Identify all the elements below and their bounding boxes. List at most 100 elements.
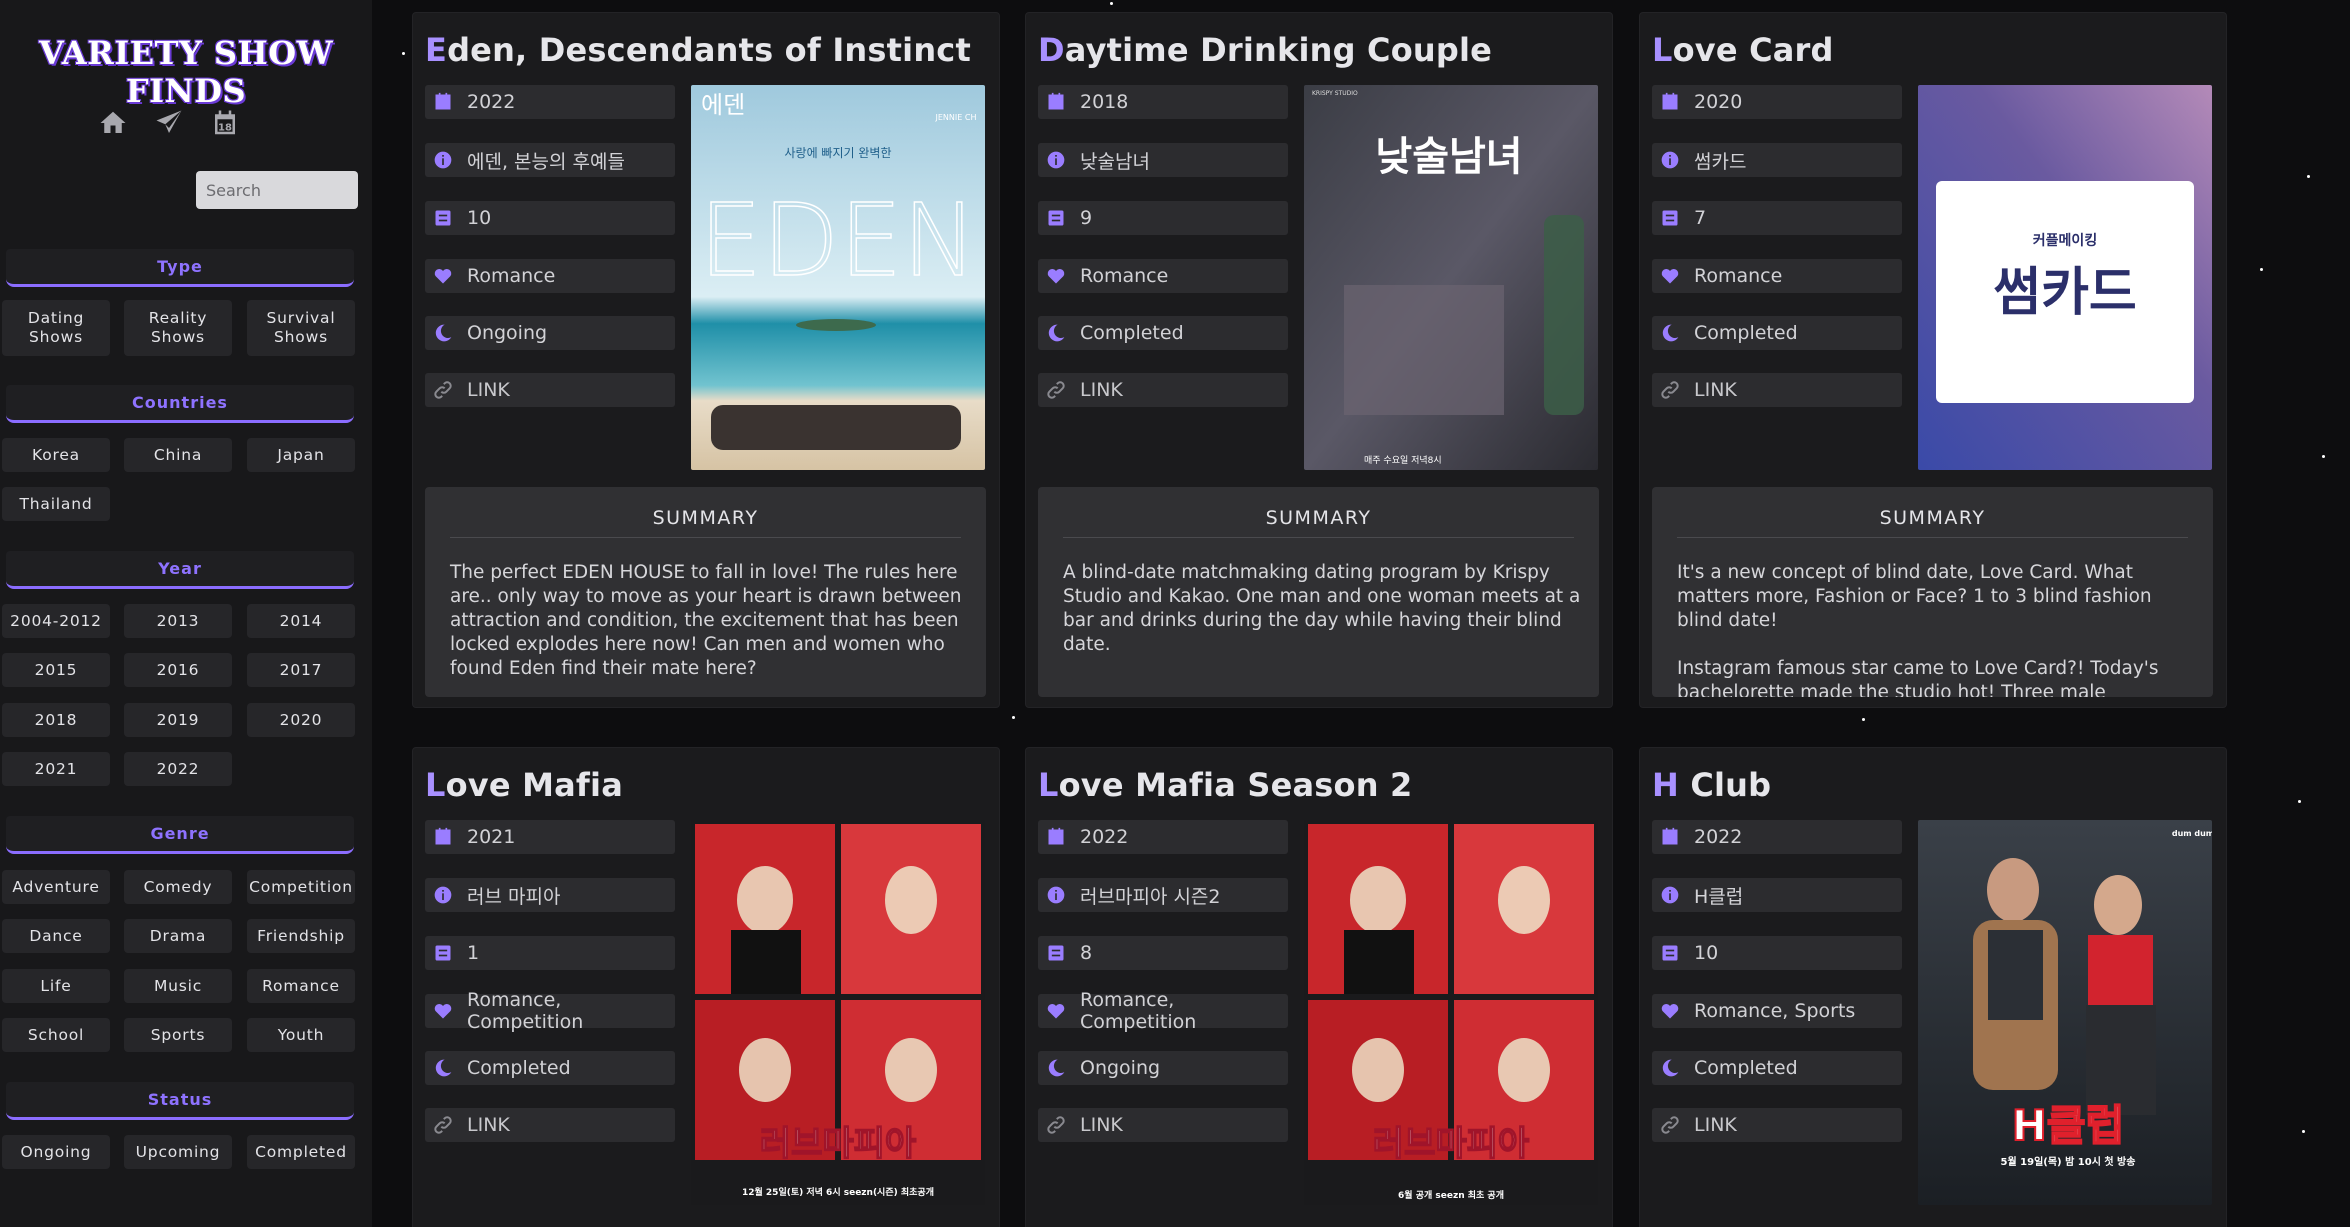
link-icon [1046,1115,1066,1135]
link-button[interactable]: LINK [1038,1108,1288,1142]
filter-chip-genre[interactable]: Dance [2,919,110,953]
korean-title-field: 썸카드 [1652,143,1902,177]
filter-chip-year[interactable]: 2016 [124,653,232,687]
link-icon [1660,1115,1680,1135]
filter-chip-year[interactable]: 2015 [2,653,110,687]
filter-chip-upcoming[interactable]: Upcoming [124,1135,232,1169]
summary-heading: SUMMARY [450,507,961,538]
filter-chip-thailand[interactable]: Thailand [2,487,110,521]
show-title[interactable]: Love Mafia [425,766,623,804]
filter-chip-korea[interactable]: Korea [2,438,110,472]
filter-chip-year[interactable]: 2019 [124,703,232,737]
background-star [2298,800,2301,803]
svg-text:에덴: 에덴 [701,91,745,119]
show-poster[interactable]: 러브마피아 12월 25일(토) 저녁 6시 seezn(시즌) 최초공개 [691,820,985,1205]
filter-chip-genre[interactable]: Romance [247,969,355,1003]
link-button[interactable]: LINK [425,373,675,407]
genre-field: Romance [1038,259,1288,293]
link-button[interactable]: LINK [425,1108,675,1142]
moon-icon [1660,323,1680,343]
year-field: 2018 [1038,85,1288,119]
home-icon[interactable] [96,106,130,140]
filter-chip-genre[interactable]: Competition [247,870,355,904]
year-field: 2022 [1652,820,1902,854]
genre-field: Romance, Competition [425,989,675,1033]
show-title[interactable]: Love Card [1652,31,1834,69]
link-button[interactable]: LINK [1652,373,1902,407]
calendar-icon [1046,92,1066,112]
filter-heading-genre: Genre [6,816,354,854]
filter-chip-year[interactable]: 2022 [124,752,232,786]
background-star [1012,716,1015,719]
show-poster[interactable]: 에덴 사랑에 빠지기 완벽한 JENNIE CH EDEN [691,85,985,470]
korean-title-field: 낮술남녀 [1038,143,1288,177]
filter-chip-year[interactable]: 2004-2012 [2,604,110,638]
year-field: 2022 [1038,820,1288,854]
filter-chip-genre[interactable]: Life [2,969,110,1003]
filter-chip-year[interactable]: 2018 [2,703,110,737]
filter-chip-dating-shows[interactable]: Dating Shows [2,300,110,356]
filter-chip-year[interactable]: 2013 [124,604,232,638]
svg-text:EDEN: EDEN [699,182,977,299]
site-logo-title[interactable]: VARIETY SHOW FINDS [0,34,372,110]
status-field: Completed [1038,316,1288,350]
svg-text:dum dum: dum dum [2172,829,2212,838]
info-icon [433,150,453,170]
show-title[interactable]: Love Mafia Season 2 [1038,766,1413,804]
calendar-icon[interactable]: 18 [208,106,242,140]
filter-chip-japan[interactable]: Japan [247,438,355,472]
show-title[interactable]: Daytime Drinking Couple [1038,31,1492,69]
filter-chip-genre[interactable]: Youth [247,1018,355,1052]
link-button[interactable]: LINK [1038,373,1288,407]
filter-chip-ongoing[interactable]: Ongoing [2,1135,110,1169]
list-icon [1660,943,1680,963]
background-star [1110,2,1113,5]
filter-chip-genre[interactable]: Adventure [2,870,110,904]
paper-plane-icon[interactable] [152,106,186,140]
heart-icon [433,1001,453,1021]
filter-chip-genre[interactable]: Drama [124,919,232,953]
filter-chip-survival-shows[interactable]: Survival Shows [247,300,355,356]
filter-chip-year[interactable]: 2020 [247,703,355,737]
background-star [402,52,405,55]
list-icon [1046,208,1066,228]
show-card: H Club 2022 H클럽 10 Romance, Sports Compl… [1639,747,2227,1227]
show-poster[interactable]: 커플메이킹 썸카드 [1918,85,2212,470]
filter-chip-genre[interactable]: Sports [124,1018,232,1052]
episodes-field: 10 [1652,936,1902,970]
filter-heading-countries: Countries [6,385,354,423]
korean-title-field: H클럽 [1652,878,1902,912]
show-card: Eden, Descendants of Instinct 2022 에덴, 본… [412,12,1000,708]
filter-chip-genre[interactable]: Comedy [124,870,232,904]
background-star [2302,1130,2305,1133]
filter-chip-genre[interactable]: Music [124,969,232,1003]
show-title[interactable]: Eden, Descendants of Instinct [425,31,971,69]
link-icon [1046,380,1066,400]
status-field: Completed [425,1051,675,1085]
calendar-icon [1660,92,1680,112]
filter-chip-china[interactable]: China [124,438,232,472]
moon-icon [1660,1058,1680,1078]
search-input[interactable] [196,171,358,209]
summary-text: A blind-date matchmaking dating program … [1063,562,1581,655]
show-poster[interactable]: 러브마피아 6월 공개 seezn 최초 공개 [1304,820,1598,1205]
show-card: Love Card 2020 썸카드 7 Romance Completed L… [1639,12,2227,708]
calendar-icon [433,827,453,847]
filter-heading-type: Type [6,249,354,287]
status-field: Ongoing [1038,1051,1288,1085]
filter-chip-year[interactable]: 2021 [2,752,110,786]
show-title[interactable]: H Club [1652,766,1771,804]
show-poster[interactable]: dum dum H클럽 5월 19일(목) 밤 10시 첫 방송 [1918,820,2212,1205]
filter-chip-genre[interactable]: School [2,1018,110,1052]
filter-chip-completed[interactable]: Completed [247,1135,355,1169]
filter-chip-year[interactable]: 2017 [247,653,355,687]
moon-icon [433,1058,453,1078]
filter-chip-genre[interactable]: Friendship [247,919,355,953]
episodes-field: 1 [425,936,675,970]
filter-chip-reality-shows[interactable]: Reality Shows [124,300,232,356]
filter-chip-year[interactable]: 2014 [247,604,355,638]
link-icon [1660,380,1680,400]
show-poster[interactable]: KRISPY STUDIO 낮술남녀 매주 수요일 저녁8시 [1304,85,1598,470]
heart-icon [1046,1001,1066,1021]
link-button[interactable]: LINK [1652,1108,1902,1142]
